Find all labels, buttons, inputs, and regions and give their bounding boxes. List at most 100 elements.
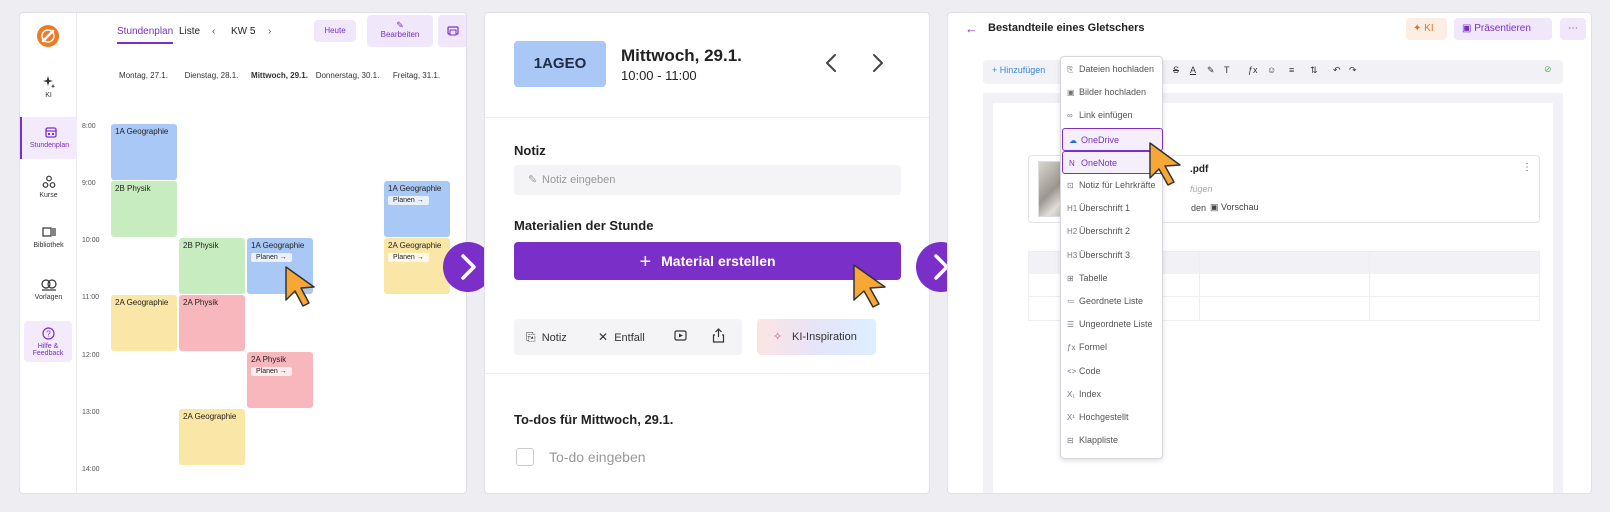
menu-item-label: Überschrift 3 bbox=[1079, 249, 1131, 260]
plan-button[interactable]: Planen → bbox=[388, 253, 429, 262]
insert-menu-item[interactable]: ⊟ Klappliste bbox=[1061, 429, 1162, 452]
todo-input[interactable]: To-do eingeben bbox=[549, 449, 646, 465]
insert-menu-item[interactable]: X¹ Hochgestellt bbox=[1061, 406, 1162, 429]
day-header: Donnerstag, 30.1. bbox=[315, 71, 380, 80]
lesson-time: 10:00 - 11:00 bbox=[621, 68, 697, 83]
insert-menu-item[interactable]: ⊞ Tabelle bbox=[1061, 267, 1162, 290]
mouse-cursor-icon bbox=[853, 264, 886, 308]
insert-menu-item[interactable]: ≔ Geordnete Liste bbox=[1061, 290, 1162, 313]
plan-label: Planen bbox=[256, 368, 278, 375]
templates-icon bbox=[20, 277, 77, 291]
tab-liste[interactable]: Liste bbox=[179, 26, 200, 37]
align-icon[interactable]: ≡ bbox=[1289, 65, 1294, 75]
calendar-icon bbox=[22, 125, 79, 139]
undo-icon[interactable]: ↶ bbox=[1333, 65, 1341, 76]
lesson-event-title: 2A Geographie bbox=[388, 241, 442, 250]
lesson-event[interactable]: 2A Geographie bbox=[111, 295, 177, 351]
emoji-icon[interactable]: ☺ bbox=[1267, 65, 1276, 75]
divider bbox=[485, 373, 929, 374]
today-button[interactable]: Heute bbox=[314, 20, 356, 42]
next-week-chevron-icon[interactable]: › bbox=[268, 26, 271, 37]
schedule-panel: KI Stundenplan Kurse Bibliothek Vorlagen… bbox=[19, 12, 467, 494]
highlight-icon[interactable]: ✎ bbox=[1207, 65, 1215, 76]
back-arrow-icon[interactable]: ← bbox=[965, 21, 978, 36]
add-note-tool[interactable]: ⎘ Notiz bbox=[526, 330, 567, 345]
cancel-lesson-tool[interactable]: ✕ Entfall bbox=[598, 330, 645, 344]
lesson-event[interactable]: 2B Physik bbox=[111, 181, 177, 237]
add-content-button[interactable]: + Hinzufügen bbox=[992, 65, 1045, 75]
next-lesson-chevron-icon[interactable] bbox=[871, 53, 885, 73]
sidebar-item-label: Feedback bbox=[32, 350, 64, 357]
share-icon[interactable] bbox=[712, 328, 725, 343]
ki-label: KI bbox=[1424, 23, 1434, 34]
insert-menu-item[interactable]: ∞ Link einfügen bbox=[1061, 104, 1162, 127]
edit-button[interactable]: ✎ Bearbeiten bbox=[367, 15, 433, 47]
app-logo bbox=[37, 25, 59, 47]
menu-item-icon: ⊞ bbox=[1067, 273, 1074, 283]
lesson-event-title: 2B Physik bbox=[183, 241, 219, 250]
tab-stundenplan[interactable]: Stundenplan bbox=[117, 26, 174, 44]
sidebar-item-ki[interactable]: KI bbox=[20, 75, 77, 99]
table-col-divider bbox=[1369, 252, 1370, 320]
text-color-icon[interactable]: A bbox=[1190, 65, 1196, 75]
insert-menu-item[interactable]: H3 Überschrift 3 bbox=[1061, 244, 1162, 267]
preview-button[interactable]: ▣ Vorschau bbox=[1210, 202, 1259, 213]
insert-menu-item[interactable]: <> Code bbox=[1061, 360, 1162, 383]
lesson-event-title: 1A Geographie bbox=[251, 241, 305, 250]
plan-button[interactable]: Planen → bbox=[251, 253, 292, 262]
divider bbox=[485, 117, 929, 118]
ki-button[interactable]: ✦ KI bbox=[1406, 18, 1447, 40]
lesson-event[interactable]: 2A Physik bbox=[179, 295, 245, 351]
document-title: Bestandteile eines Gletschers bbox=[988, 22, 1145, 34]
todo-checkbox[interactable] bbox=[516, 448, 534, 466]
insert-menu-item[interactable]: ▣ Bilder hochladen bbox=[1061, 81, 1162, 104]
clear-format-icon[interactable]: T bbox=[1224, 65, 1230, 75]
sidebar-item-vorlagen[interactable]: Vorlagen bbox=[20, 277, 77, 301]
present-button[interactable]: ▣ Präsentieren bbox=[1454, 18, 1552, 40]
more-icon[interactable]: ⋯ bbox=[1560, 18, 1586, 40]
sidebar-item-kurse[interactable]: Kurse bbox=[20, 175, 77, 199]
formula-icon[interactable]: ƒx bbox=[1248, 65, 1258, 75]
sidebar-item-help[interactable]: ? Hilfe & Feedback bbox=[24, 321, 72, 362]
day-header: Montag, 27.1. bbox=[119, 71, 168, 80]
material-editor-panel: ← Bestandteile eines Gletschers ✦ KI ▣ P… bbox=[947, 12, 1592, 494]
plan-label: Planen bbox=[393, 197, 415, 204]
lesson-event[interactable]: 2B Physik bbox=[179, 238, 245, 294]
menu-item-label: Geordnete Liste bbox=[1079, 296, 1144, 306]
cancel-lesson-label: Entfall bbox=[614, 332, 645, 344]
prev-lesson-chevron-icon[interactable] bbox=[824, 53, 838, 73]
insert-menu-item[interactable]: H2 Überschrift 2 bbox=[1061, 220, 1162, 243]
plan-button[interactable]: Planen → bbox=[388, 196, 429, 205]
lesson-event[interactable]: 1A Geographie Planen → bbox=[384, 181, 450, 237]
plan-button[interactable]: Planen → bbox=[251, 367, 292, 376]
lesson-event[interactable]: 2A Physik Planen → bbox=[247, 352, 313, 408]
strikethrough-icon[interactable]: S bbox=[1173, 65, 1179, 75]
create-material-button[interactable]: + Material erstellen bbox=[514, 242, 901, 280]
course-code-badge: 1AGEO bbox=[514, 41, 606, 87]
redo-icon[interactable]: ↷ bbox=[1349, 65, 1357, 76]
lesson-event-title: 2A Geographie bbox=[115, 298, 169, 307]
print-icon[interactable] bbox=[438, 15, 466, 47]
lesson-event[interactable]: 2A Geographie Planen → bbox=[384, 238, 450, 294]
notiz-input[interactable]: ✎ Notiz eingeben bbox=[514, 165, 901, 195]
insert-menu-item[interactable]: ⎘ Dateien hochladen bbox=[1061, 58, 1162, 81]
file-menu-icon[interactable]: ⋮ bbox=[1522, 162, 1532, 173]
prev-week-chevron-icon[interactable]: ‹ bbox=[212, 26, 215, 37]
insert-menu-item[interactable]: H1 Überschrift 1 bbox=[1061, 197, 1162, 220]
sidebar-item-label: KI bbox=[45, 92, 52, 99]
lesson-date-title: Mittwoch, 29.1. bbox=[621, 46, 742, 65]
lesson-event[interactable]: 2A Geographie bbox=[179, 409, 245, 465]
help-icon: ? bbox=[24, 326, 72, 340]
sidebar-item-stundenplan[interactable]: Stundenplan bbox=[20, 117, 77, 159]
arrow-right-icon: → bbox=[414, 254, 424, 261]
ki-inspiration-button[interactable]: ✧ KI-Inspiration bbox=[757, 319, 876, 355]
insert-menu-item[interactable]: ƒx Formel bbox=[1061, 336, 1162, 359]
menu-item-label: Notiz für Lehrkräfte bbox=[1079, 180, 1156, 190]
present-icon[interactable] bbox=[674, 329, 687, 342]
insert-menu-item[interactable]: X₁ Index bbox=[1061, 383, 1162, 406]
insert-menu-item[interactable]: ☰ Ungeordnete Liste bbox=[1061, 313, 1162, 336]
line-height-icon[interactable]: ⇅ bbox=[1310, 65, 1318, 76]
sidebar-item-bibliothek[interactable]: Bibliothek bbox=[20, 225, 77, 249]
present-icon: ▣ bbox=[1462, 23, 1472, 34]
lesson-event[interactable]: 1A Geographie bbox=[111, 124, 177, 180]
